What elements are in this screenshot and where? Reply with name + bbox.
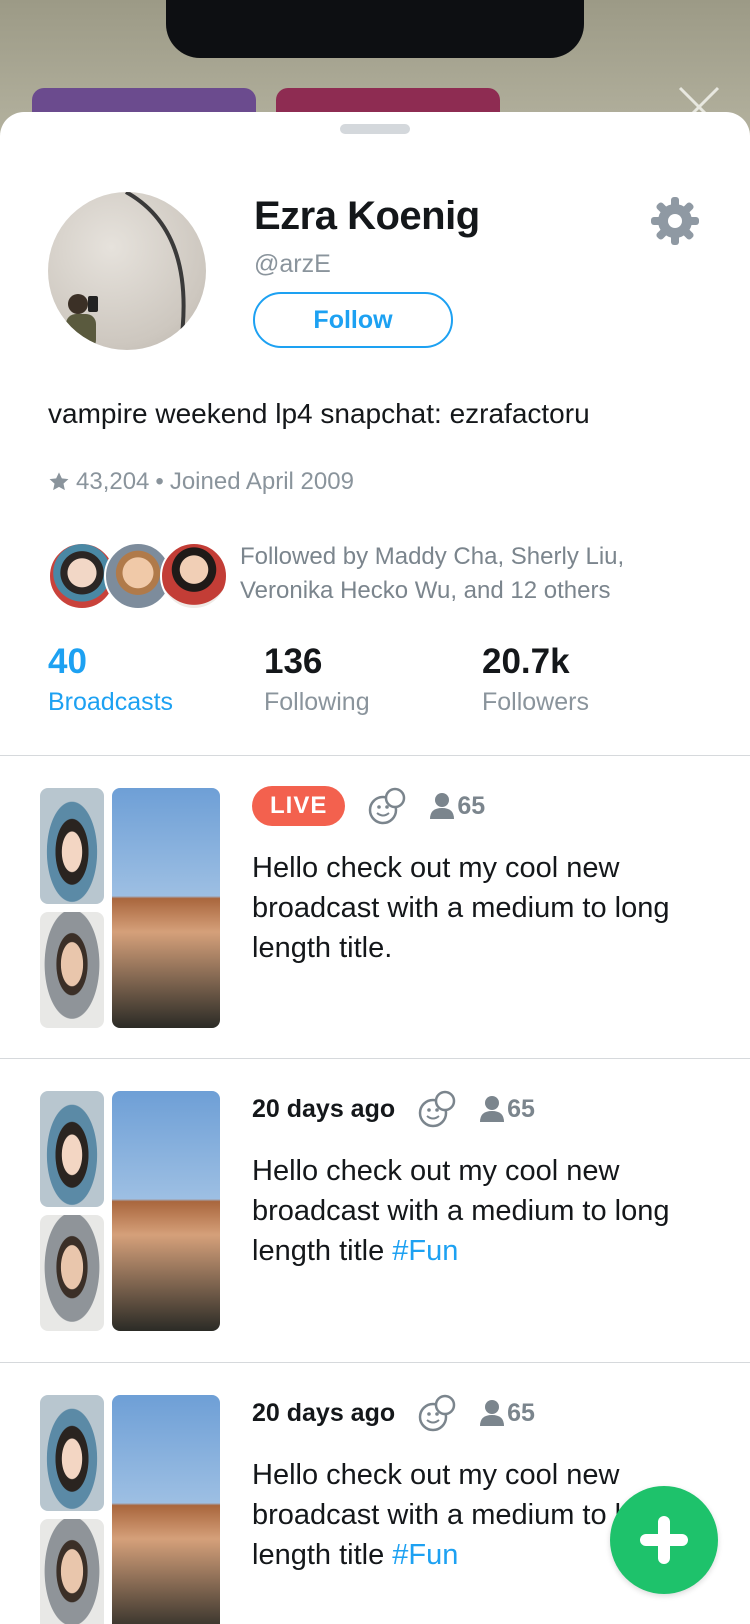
broadcast-item[interactable]: 20 days ago 65 Hello check out my cool n… (0, 1059, 750, 1359)
broadcast-title-text: Hello check out my cool new broadcast wi… (252, 1155, 670, 1267)
followed-by-text[interactable]: Followed by Maddy Cha, Sherly Liu, Veron… (240, 540, 720, 608)
stat-label: Followers (482, 688, 589, 716)
thumbnail (40, 1519, 104, 1624)
profile-sheet: Ezra Koenig @arzE Follow vampire weekend… (0, 112, 750, 1624)
broadcast-title: Hello check out my cool new broadcast wi… (252, 848, 712, 968)
profile-bio: vampire weekend lp4 snapchat: ezrafactor… (48, 398, 590, 429)
drawing-icon (369, 787, 406, 825)
avatar[interactable] (48, 192, 206, 350)
follow-button[interactable]: Follow (253, 292, 453, 348)
star-icon (49, 472, 69, 491)
broadcast-thumbnails (40, 1395, 220, 1624)
followed-by-line: Veronika Hecko Wu, and 12 others (240, 577, 611, 604)
thumbnail (40, 788, 104, 904)
broadcast-time: 20 days ago (252, 1094, 396, 1123)
viewer-count: 65 (479, 1095, 535, 1124)
thumbnail (40, 912, 104, 1028)
drawing-icon (418, 1394, 456, 1432)
new-broadcast-button[interactable] (610, 1486, 718, 1594)
stat-followers[interactable]: 20.7k Followers (482, 642, 589, 717)
followed-by-avatars[interactable] (48, 542, 230, 610)
thumbnail (40, 1395, 104, 1511)
viewer-count: 65 (479, 1399, 535, 1428)
stat-label: Following (264, 688, 370, 716)
viewer-count-text: 65 (507, 1398, 535, 1427)
broadcast-title: Hello check out my cool new broadcast wi… (252, 1151, 712, 1271)
broadcast-thumbnails (40, 1091, 220, 1331)
stat-following[interactable]: 136 Following (264, 642, 370, 717)
gear-icon[interactable] (650, 196, 700, 246)
broadcast-header: 20 days ago 65 (252, 1393, 535, 1433)
stat-number: 20.7k (482, 642, 570, 681)
profile-meta: 43,204 • Joined April 2009 (48, 468, 354, 496)
hashtag-link[interactable]: #Fun (392, 1539, 458, 1571)
broadcast-header: 20 days ago 65 (252, 1089, 535, 1129)
hashtag-link[interactable]: #Fun (392, 1235, 458, 1267)
meta-separator: • (155, 468, 164, 495)
viewer-icon (480, 1096, 505, 1122)
sheet-drag-handle[interactable] (340, 124, 410, 134)
star-count: 43,204 (76, 468, 150, 495)
thumbnail (40, 1091, 104, 1207)
stat-number: 136 (264, 642, 323, 681)
viewer-icon (480, 1400, 505, 1426)
device-notch (166, 0, 584, 58)
stat-number: 40 (48, 642, 87, 681)
joined-date: Joined April 2009 (169, 468, 354, 495)
profile-handle: @arzE (254, 250, 331, 278)
broadcast-item[interactable]: LIVE 65 Hello check out my cool new broa… (0, 756, 750, 1056)
profile-name: Ezra Koenig (254, 194, 480, 238)
stat-broadcasts[interactable]: 40 Broadcasts (48, 642, 173, 717)
viewer-count-text: 65 (507, 1094, 535, 1123)
broadcast-time: 20 days ago (252, 1398, 396, 1427)
thumbnail (112, 788, 220, 1028)
thumbnail (40, 1215, 104, 1331)
broadcast-title-text: Hello check out my cool new broadcast wi… (252, 852, 670, 964)
broadcast-title-text: Hello check out my cool new broadcast wi… (252, 1459, 670, 1571)
followed-by-line: Followed by Maddy Cha, Sherly Liu, (240, 543, 625, 570)
drawing-icon (418, 1090, 456, 1128)
thumbnail (112, 1091, 220, 1331)
broadcast-header: LIVE 65 (252, 786, 485, 826)
viewer-count: 65 (429, 792, 485, 821)
stat-label: Broadcasts (48, 688, 174, 716)
live-badge: LIVE (252, 786, 346, 826)
plus-icon (640, 1516, 688, 1564)
follower-avatar (160, 542, 228, 610)
viewer-count-text: 65 (457, 791, 486, 820)
thumbnail (112, 1395, 220, 1624)
broadcast-thumbnails (40, 788, 220, 1028)
viewer-icon (430, 793, 455, 819)
